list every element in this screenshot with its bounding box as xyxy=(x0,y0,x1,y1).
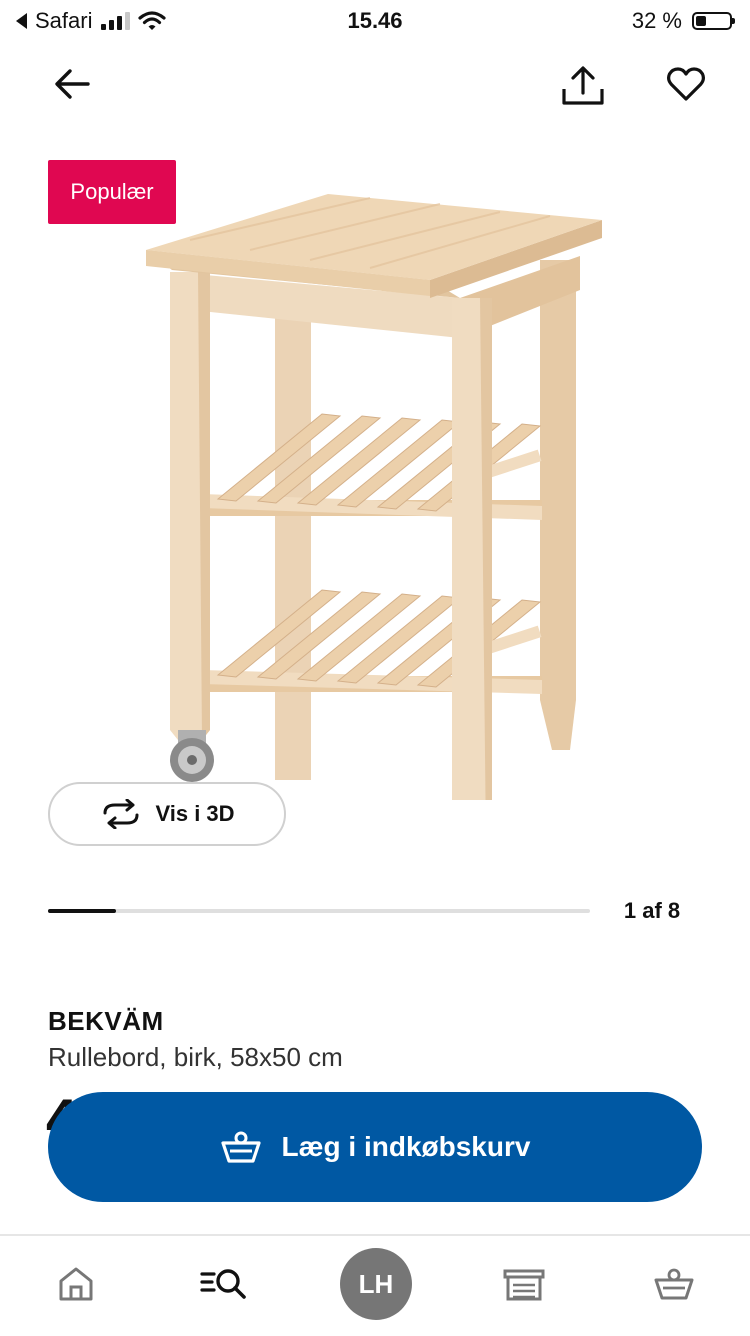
heart-icon xyxy=(667,67,705,101)
nav-store[interactable] xyxy=(484,1236,564,1332)
store-icon xyxy=(503,1269,545,1301)
home-icon xyxy=(59,1267,93,1301)
product-image[interactable] xyxy=(140,180,620,800)
bottom-nav: LH xyxy=(0,1234,750,1336)
favorite-button[interactable] xyxy=(662,62,710,106)
product-description: Rullebord, birk, 58x50 cm xyxy=(48,1042,343,1072)
back-arrow-icon xyxy=(55,69,90,99)
gallery-counter: 1 af 8 xyxy=(623,898,681,923)
nav-profile[interactable]: LH xyxy=(336,1236,416,1332)
battery-icon xyxy=(692,12,735,30)
avatar: LH xyxy=(340,1248,412,1320)
nav-search[interactable] xyxy=(184,1236,264,1332)
share-icon xyxy=(562,66,604,105)
gallery-progress[interactable] xyxy=(48,909,590,913)
back-button[interactable] xyxy=(48,60,96,108)
rotate-3d-icon xyxy=(103,799,139,829)
battery-indicator: 32 % xyxy=(631,8,735,34)
nav-basket[interactable] xyxy=(634,1236,714,1332)
product-name[interactable]: BEKVÄM xyxy=(48,1006,164,1037)
share-button[interactable] xyxy=(558,62,608,110)
nav-home[interactable] xyxy=(36,1236,116,1332)
gallery-progress-fill xyxy=(48,909,116,913)
basket-icon xyxy=(220,1131,261,1163)
basket-nav-icon xyxy=(654,1268,694,1300)
add-to-cart-button[interactable]: Læg i indkøbskurv xyxy=(48,1092,702,1202)
view-3d-label: Vis i 3D xyxy=(155,801,235,826)
popular-badge: Populær xyxy=(48,160,176,224)
search-icon xyxy=(200,1269,246,1299)
status-bar: Safari 15.46 32 % xyxy=(0,0,750,44)
view-3d-button[interactable]: Vis i 3D xyxy=(48,782,286,846)
battery-percent: 32 % xyxy=(631,8,682,33)
add-to-cart-label: Læg i indkøbskurv xyxy=(281,1131,531,1162)
